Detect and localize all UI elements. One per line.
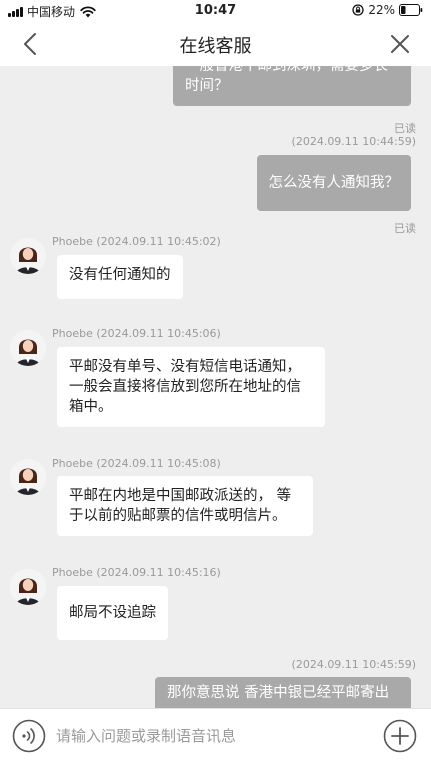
agent-avatar-icon (10, 238, 46, 274)
sender-line: Phoebe (2024.09.11 10:45:08) (52, 457, 221, 470)
sender-line: Phoebe (2024.09.11 10:45:16) (52, 566, 221, 579)
message-text: 怎么没有人通知我？ (268, 175, 400, 191)
agent-avatar-icon (10, 330, 46, 366)
voice-icon[interactable] (12, 719, 46, 753)
rotation-lock-icon (352, 4, 364, 16)
plus-circle-icon[interactable] (383, 719, 417, 753)
message-text-line: 平邮在内地是中国邮政派送的， 等 (69, 488, 292, 504)
status-right: 22% (352, 3, 423, 17)
agent-avatar-icon (10, 569, 46, 605)
message-text-line: 一般香港平邮到深圳，需要多长 (185, 66, 388, 74)
message-text: 没有任何通知的 (69, 267, 171, 283)
sender-line: Phoebe (2024.09.11 10:45:02) (52, 235, 221, 248)
message-bubble-incoming: 邮局不设追踪 (57, 586, 168, 640)
message-bubble-incoming: 平邮在内地是中国邮政派送的， 等 于以前的贴邮票的信件或明信片。 (57, 476, 313, 536)
agent-avatar-icon (10, 459, 46, 495)
message-text-line: 一般会直接将信放到您所在地址的信 (69, 379, 301, 395)
message-text: 邮局不设追踪 (69, 605, 156, 621)
read-status: 已读 (394, 222, 416, 235)
message-text-line: 平邮没有单号、没有短信电话通知， (69, 359, 301, 375)
nav-bar: 在线客服 (0, 22, 431, 66)
message-timestamp: (2024.09.11 10:44:59) (291, 135, 416, 148)
message-text: 那你意思说 香港中银已经平邮寄出 (167, 685, 390, 701)
message-bubble-outgoing: 那你意思说 香港中银已经平邮寄出 (155, 677, 411, 708)
battery-percent: 22% (368, 3, 395, 17)
sender-line: Phoebe (2024.09.11 10:45:06) (52, 327, 221, 340)
chat-area[interactable]: 一般香港平邮到深圳，需要多长 时间？ 已读 (2024.09.11 10:44:… (0, 66, 431, 708)
message-timestamp: (2024.09.11 10:45:59) (291, 658, 416, 671)
avatar (10, 238, 46, 274)
close-icon[interactable] (387, 31, 413, 57)
message-text-line: 于以前的贴邮票的信件或明信片。 (69, 508, 287, 524)
read-status: 已读 (394, 122, 416, 135)
avatar (10, 569, 46, 605)
message-bubble-outgoing: 一般香港平邮到深圳，需要多长 时间？ (173, 66, 411, 106)
avatar (10, 459, 46, 495)
message-bubble-incoming: 没有任何通知的 (57, 255, 183, 299)
avatar (10, 330, 46, 366)
page-title: 在线客服 (179, 36, 252, 57)
status-bar: 中国移动 10:47 22% (0, 0, 431, 22)
message-bubble-incoming: 平邮没有单号、没有短信电话通知， 一般会直接将信放到您所在地址的信 箱中。 (57, 347, 325, 427)
message-bubble-outgoing: 怎么没有人通知我？ (256, 155, 411, 211)
message-text-line: 时间？ (185, 78, 229, 94)
message-text-line: 箱中。 (69, 399, 113, 415)
message-input[interactable] (56, 721, 366, 751)
input-bar (0, 708, 431, 764)
battery-icon (399, 4, 423, 16)
